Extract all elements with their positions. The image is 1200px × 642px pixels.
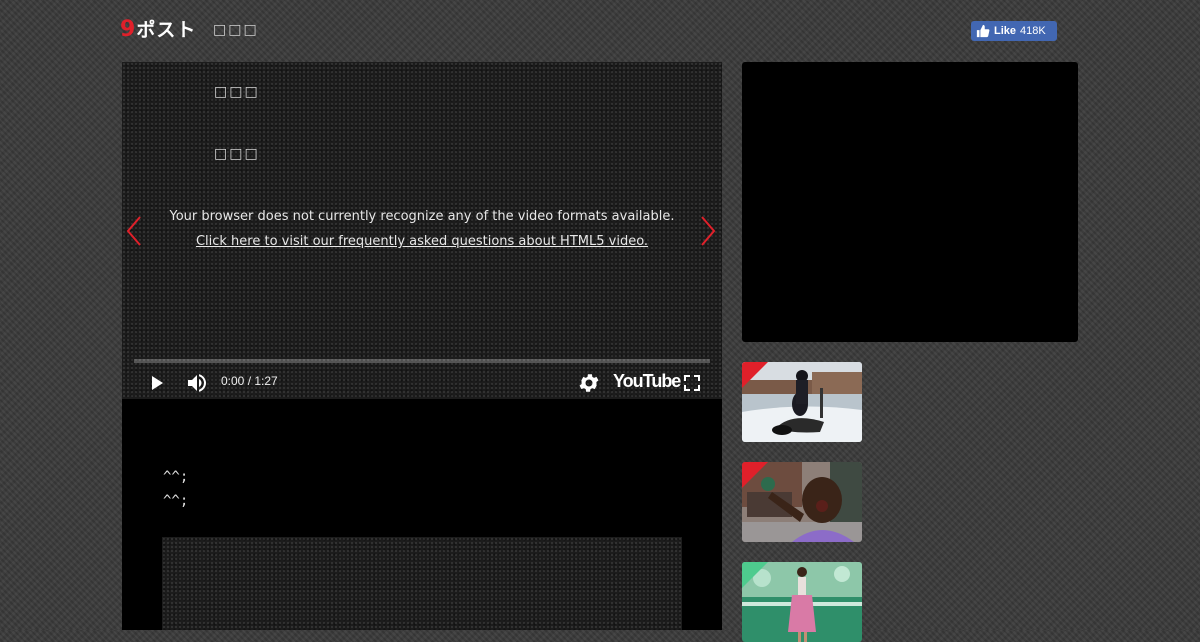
settings-icon (579, 374, 599, 392)
play-button[interactable] (145, 371, 169, 395)
volume-button[interactable] (185, 371, 209, 395)
video-player[interactable]: □□□ □□□ Your browser does not currently … (122, 62, 722, 399)
settings-button[interactable] (577, 371, 601, 395)
fullscreen-icon (684, 375, 700, 391)
post-content: ^^; ^^; (122, 399, 722, 630)
player-text-line-2: □□□ (214, 146, 260, 162)
progress-bar[interactable] (134, 359, 710, 363)
previous-arrow[interactable] (124, 214, 144, 248)
chevron-left-icon (126, 216, 141, 246)
time-display: 0:00 / 1:27 (221, 374, 278, 388)
volume-icon (188, 374, 206, 392)
thumbs-up-icon (976, 24, 990, 38)
advertisement-slot[interactable] (742, 62, 1078, 342)
player-controls: 0:00 / 1:27 YouTube (122, 365, 722, 399)
site-logo[interactable]: 9 ポスト (120, 17, 196, 43)
snow-scooter-image (742, 362, 862, 442)
youtube-logo[interactable]: YouTube (613, 371, 681, 392)
related-video-thumbnail-2[interactable] (742, 462, 862, 542)
facebook-like-count: 418K (1020, 25, 1046, 37)
logo-text: ポスト (136, 19, 197, 41)
embedded-video-area[interactable] (162, 537, 682, 630)
unsupported-format-message: Your browser does not currently recogniz… (169, 209, 675, 224)
player-text-line-1: □□□ (214, 84, 260, 100)
emote-text-2: ^^; (163, 493, 189, 509)
logo-mark: 9 (120, 17, 136, 42)
facebook-like-button[interactable]: Like 418K (971, 21, 1057, 41)
woman-on-stage-image (742, 562, 862, 642)
man-shouting-image (742, 462, 862, 542)
related-video-thumbnail-1[interactable] (742, 362, 862, 442)
chevron-right-icon (701, 216, 716, 246)
site-header: 9 ポスト □□□ Like 418K (0, 0, 1200, 62)
next-arrow[interactable] (698, 214, 718, 248)
emote-text-1: ^^; (163, 469, 189, 485)
html5-faq-link[interactable]: Click here to visit our frequently asked… (122, 234, 722, 249)
related-video-thumbnail-3[interactable] (742, 562, 862, 642)
play-icon (152, 376, 163, 390)
fullscreen-button[interactable] (680, 371, 704, 395)
site-tagline: □□□ (213, 22, 259, 38)
facebook-like-label: Like (994, 25, 1017, 37)
